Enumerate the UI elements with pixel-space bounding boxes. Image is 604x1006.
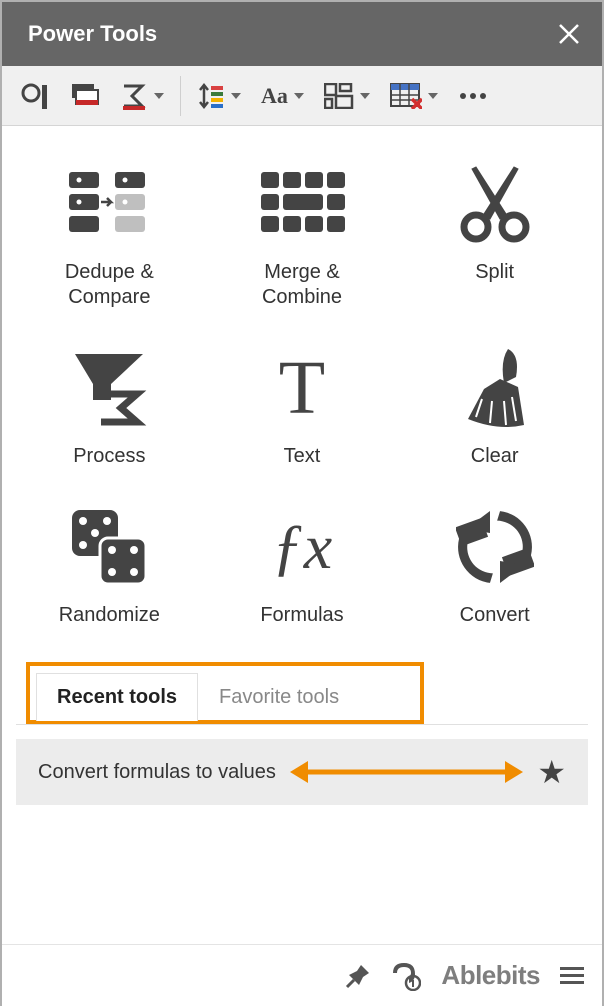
panel-title: Power Tools [28, 21, 157, 47]
sort-button[interactable] [193, 78, 245, 114]
menu-icon[interactable] [560, 963, 584, 988]
tool-label: Text [284, 444, 321, 469]
tab-recent-tools[interactable]: Recent tools [36, 673, 198, 721]
dropdown-caret-icon [428, 93, 438, 99]
tool-merge-combine[interactable]: Merge &Combine [209, 166, 396, 310]
text-case-button[interactable]: Aa [257, 79, 308, 113]
dice-icon [68, 509, 150, 585]
tool-label: Convert [460, 603, 530, 628]
autosum-button[interactable] [116, 78, 168, 114]
toolbar-divider [180, 76, 181, 116]
tool-formulas[interactable]: ƒx Formulas [209, 509, 396, 628]
dropdown-caret-icon [294, 93, 304, 99]
recent-tool-label: Convert formulas to values [38, 761, 276, 784]
dropdown-caret-icon [154, 93, 164, 99]
dedupe-icon [67, 166, 151, 242]
dropdown-caret-icon [360, 93, 370, 99]
tool-split[interactable]: Split [401, 166, 588, 310]
tool-dedupe-compare[interactable]: Dedupe &Compare [16, 166, 203, 310]
tool-label: Formulas [260, 603, 343, 628]
more-button[interactable] [454, 87, 492, 105]
tool-process[interactable]: Process [16, 350, 203, 469]
tool-label: Randomize [59, 603, 160, 628]
text-icon: T [279, 350, 325, 426]
layout-button[interactable] [320, 79, 374, 113]
tool-text[interactable]: T Text [209, 350, 396, 469]
tool-randomize[interactable]: Randomize [16, 509, 203, 628]
scissors-icon [458, 166, 532, 242]
broom-icon [460, 350, 530, 426]
tool-label: Merge &Combine [262, 260, 342, 310]
fill-button[interactable] [66, 78, 104, 114]
recent-tool-item[interactable]: Convert formulas to values ★ [16, 739, 588, 805]
titlebar: Power Tools [2, 2, 602, 66]
convert-icon [456, 509, 534, 585]
tool-label: Split [475, 260, 514, 285]
text-case-icon: Aa [261, 83, 288, 109]
fx-icon: ƒx [272, 509, 332, 585]
tool-grid-area: Dedupe &Compare Merge &Combine [2, 126, 602, 825]
dropdown-caret-icon [231, 93, 241, 99]
tool-label: Clear [471, 444, 519, 469]
tool-label: Process [73, 444, 145, 469]
delete-table-button[interactable] [386, 79, 442, 113]
tab-favorite-tools[interactable]: Favorite tools [198, 673, 360, 721]
annotation-highlight: Recent tools Favorite tools [26, 662, 424, 724]
tabs: Recent tools Favorite tools [36, 673, 414, 721]
smart-search-button[interactable] [16, 77, 54, 115]
merge-icon [259, 166, 345, 242]
close-icon[interactable] [558, 23, 580, 45]
tool-label: Dedupe &Compare [65, 260, 154, 310]
process-icon [71, 350, 147, 426]
pin-icon[interactable] [345, 963, 371, 989]
brand-logo[interactable]: Ablebits [441, 960, 540, 991]
annotation-arrow [292, 768, 521, 776]
favorite-star-icon[interactable]: ★ [537, 753, 566, 791]
tool-convert[interactable]: Convert [401, 509, 588, 628]
toolbar: Aa [2, 66, 602, 126]
tool-clear[interactable]: Clear [401, 350, 588, 469]
footer: Ablebits [2, 944, 602, 1006]
info-icon[interactable] [391, 961, 421, 991]
